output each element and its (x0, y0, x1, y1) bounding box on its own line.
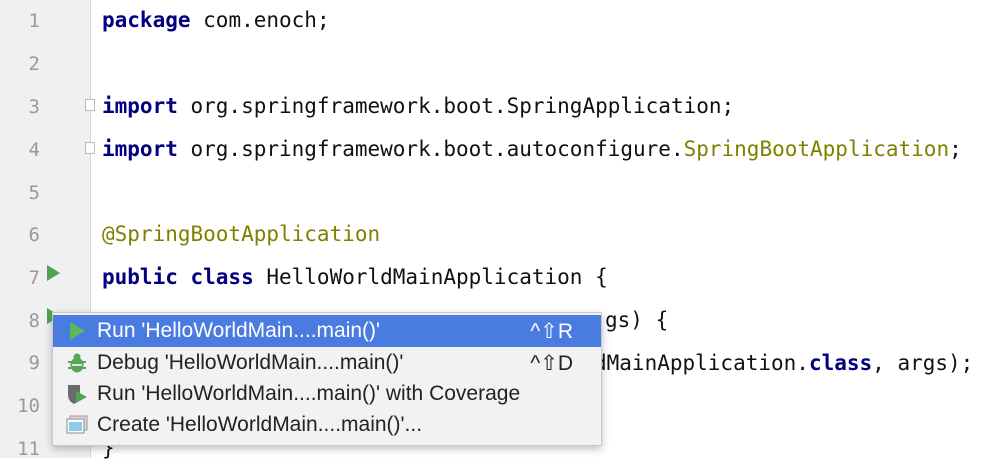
code-line: @SpringBootApplication (102, 222, 381, 246)
line-number: 11 (17, 438, 40, 460)
code-line: gs) { (605, 308, 669, 332)
fold-icon[interactable] (85, 99, 95, 111)
code-line: package com.enoch; (102, 8, 330, 32)
code-text: org.springframework.boot.autoconfigure. (177, 137, 684, 161)
code-line: import org.springframework.boot.SpringAp… (102, 94, 734, 118)
menu-item-debug[interactable]: Debug 'HelloWorldMain....main()' ^⇧D (53, 347, 601, 379)
run-icon (65, 321, 89, 341)
annotation-class: SpringBootApplication (683, 137, 950, 161)
menu-item-create-config[interactable]: Create 'HelloWorldMain....main()'... (53, 409, 601, 441)
code-text: dMainApplication. (594, 351, 809, 375)
menu-item-label: Run 'HelloWorldMain....main()' with Cove… (97, 382, 521, 405)
line-number: 8 (28, 310, 40, 332)
code-line: dMainApplication.class, args); (594, 351, 973, 375)
menu-item-label: Create 'HelloWorldMain....main()'... (97, 413, 423, 436)
coverage-icon (65, 383, 89, 405)
run-gutter-icon[interactable] (47, 265, 60, 281)
line-number: 9 (28, 352, 40, 374)
code-text: com.enoch; (190, 8, 330, 32)
keyword: import (102, 94, 178, 118)
keyword: package (102, 8, 191, 32)
keyword: public class (102, 265, 254, 289)
line-number: 6 (28, 224, 40, 246)
line-number: 1 (28, 10, 40, 32)
code-text: HelloWorldMainApplication { (253, 265, 608, 289)
run-context-menu: Run 'HelloWorldMain....main()' ^⇧R Debug… (52, 312, 602, 446)
menu-item-shortcut: ^⇧R (530, 319, 573, 343)
code-text: org.springframework.boot.SpringApplicati… (177, 94, 735, 118)
code-line: public class HelloWorldMainApplication { (102, 265, 608, 289)
code-text: ; (949, 137, 962, 161)
menu-item-shortcut: ^⇧D (530, 351, 573, 375)
line-number: 4 (28, 139, 40, 161)
fold-icon[interactable] (85, 142, 95, 154)
line-number: 5 (28, 182, 40, 204)
menu-item-label: Run 'HelloWorldMain....main()' (97, 319, 381, 342)
line-number: 10 (17, 395, 40, 417)
line-number: 2 (28, 53, 40, 75)
menu-item-run-coverage[interactable]: Run 'HelloWorldMain....main()' with Cove… (53, 378, 601, 410)
menu-item-run[interactable]: Run 'HelloWorldMain....main()' ^⇧R (53, 315, 601, 347)
menu-item-label: Debug 'HelloWorldMain....main()' (97, 351, 404, 374)
keyword: class (808, 351, 873, 375)
create-config-icon (65, 415, 89, 435)
code-line: import org.springframework.boot.autoconf… (102, 137, 962, 161)
debug-icon (65, 352, 89, 374)
code-text: , args); (872, 351, 974, 375)
line-number: 3 (28, 96, 40, 118)
keyword: import (102, 137, 178, 161)
line-number: 7 (28, 267, 40, 289)
